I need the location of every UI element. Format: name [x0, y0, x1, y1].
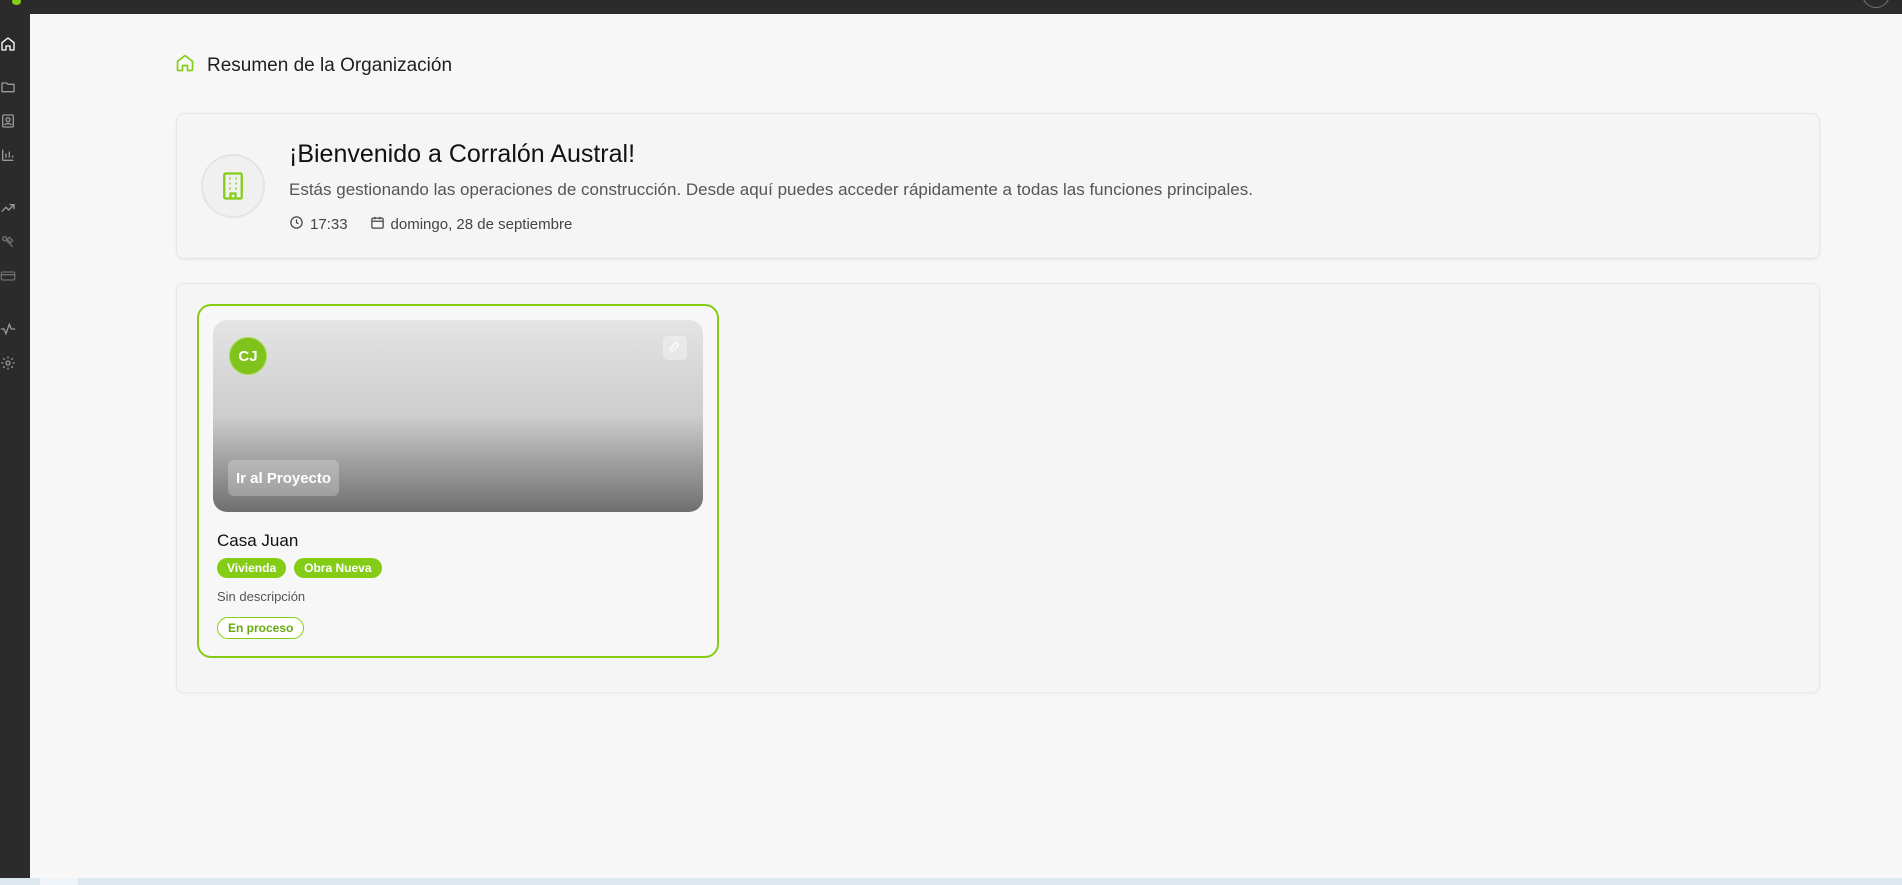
- tools-icon[interactable]: [0, 234, 16, 250]
- go-to-project-button[interactable]: Ir al Proyecto: [228, 460, 340, 496]
- sidebar: [0, 14, 30, 878]
- project-hero: CJ Ir al Proyecto: [213, 320, 703, 512]
- project-card[interactable]: CJ Ir al Proyecto Casa Juan Vivienda Obr…: [197, 304, 719, 658]
- project-tags: Vivienda Obra Nueva: [217, 558, 382, 578]
- project-name: Casa Juan: [217, 531, 299, 550]
- home-icon: [175, 53, 195, 78]
- status-badge: En proceso: [217, 617, 305, 639]
- clock-icon: [289, 215, 304, 234]
- project-avatar: CJ: [229, 337, 267, 375]
- activity-icon[interactable]: [0, 321, 16, 337]
- project-description: Sin descripción: [217, 589, 306, 604]
- top-bar: [0, 0, 1902, 14]
- bottom-tab: [40, 878, 78, 885]
- welcome-title: ¡Bienvenido a Corralón Austral!: [289, 140, 636, 168]
- settings-icon[interactable]: [0, 355, 16, 371]
- trending-up-icon[interactable]: [0, 200, 16, 216]
- welcome-description: Estás gestionando las operaciones de con…: [289, 180, 1253, 199]
- bottom-strip: [0, 878, 1902, 885]
- current-date: domingo, 28 de septiembre: [390, 216, 573, 233]
- project-tag: Obra Nueva: [294, 558, 382, 578]
- project-tag: Vivienda: [217, 558, 287, 578]
- projects-panel: CJ Ir al Proyecto Casa Juan Vivienda Obr…: [176, 283, 1820, 693]
- edit-project-button[interactable]: [663, 336, 687, 360]
- bar-chart-icon[interactable]: [0, 147, 16, 163]
- current-time: 17:33: [310, 216, 348, 233]
- welcome-card: ¡Bienvenido a Corralón Austral! Estás ge…: [176, 113, 1820, 259]
- edit-icon: [668, 339, 682, 358]
- credit-card-icon[interactable]: [0, 268, 16, 284]
- page-title: Resumen de la Organización: [207, 54, 453, 76]
- user-avatar-button[interactable]: [1862, 0, 1890, 8]
- calendar-icon: [370, 215, 385, 234]
- building-icon: [201, 154, 265, 218]
- contacts-icon[interactable]: [0, 113, 16, 129]
- welcome-meta: 17:33 domingo, 28 de septiembre: [289, 215, 572, 234]
- folder-icon[interactable]: [0, 79, 16, 95]
- home-icon[interactable]: [0, 36, 16, 52]
- status-dot: [12, 0, 21, 5]
- breadcrumb: Resumen de la Organización: [175, 53, 452, 78]
- main-content: Resumen de la Organización ¡Bienvenido a…: [30, 14, 1902, 878]
